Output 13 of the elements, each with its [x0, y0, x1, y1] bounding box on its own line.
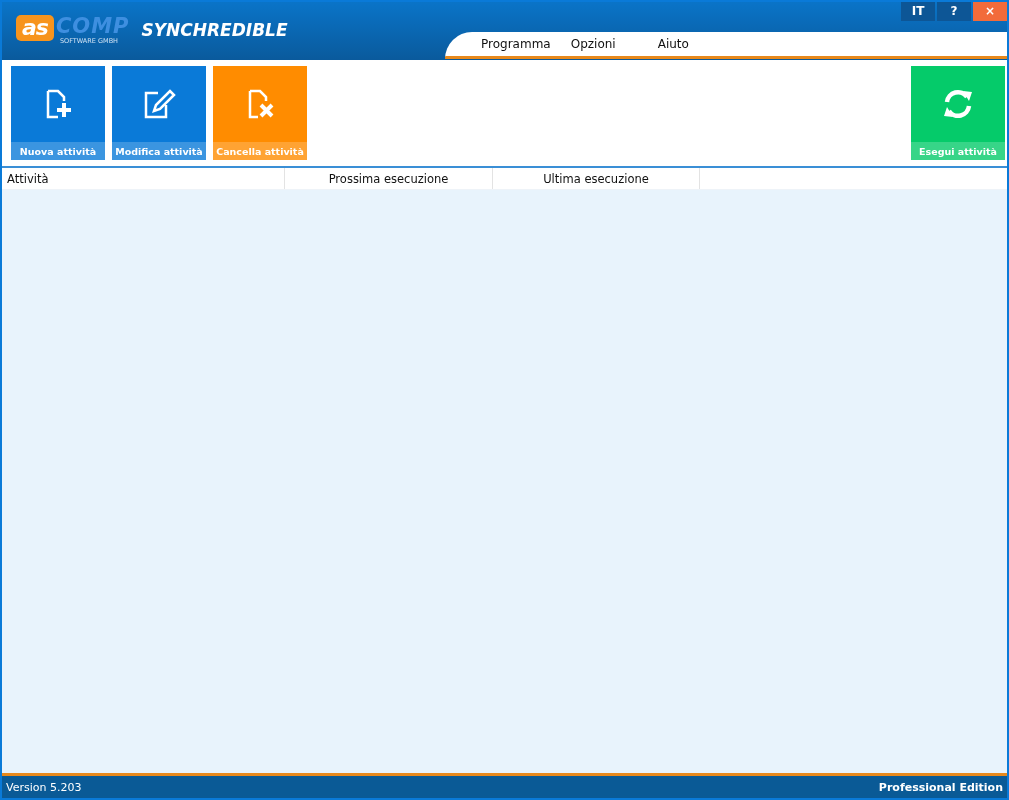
menu-item[interactable]: Aiuto	[647, 37, 699, 51]
column-header[interactable]: Prossima esecuzione	[285, 168, 493, 189]
app-title: SYNCHREDIBLE	[141, 20, 288, 40]
help-button[interactable]: ?	[937, 2, 971, 21]
refresh-icon	[941, 87, 975, 121]
edit-document-icon	[142, 89, 176, 119]
language-button[interactable]: IT	[901, 2, 935, 21]
column-header[interactable]: Ultima esecuzione	[493, 168, 700, 189]
menu-item[interactable]: Programma	[471, 37, 561, 51]
version-label: Version 5.203	[6, 780, 82, 794]
column-header[interactable]: Attività	[2, 168, 285, 189]
menu-item[interactable]: Opzioni	[560, 37, 626, 51]
edition-label: Professional Edition	[878, 780, 1003, 794]
